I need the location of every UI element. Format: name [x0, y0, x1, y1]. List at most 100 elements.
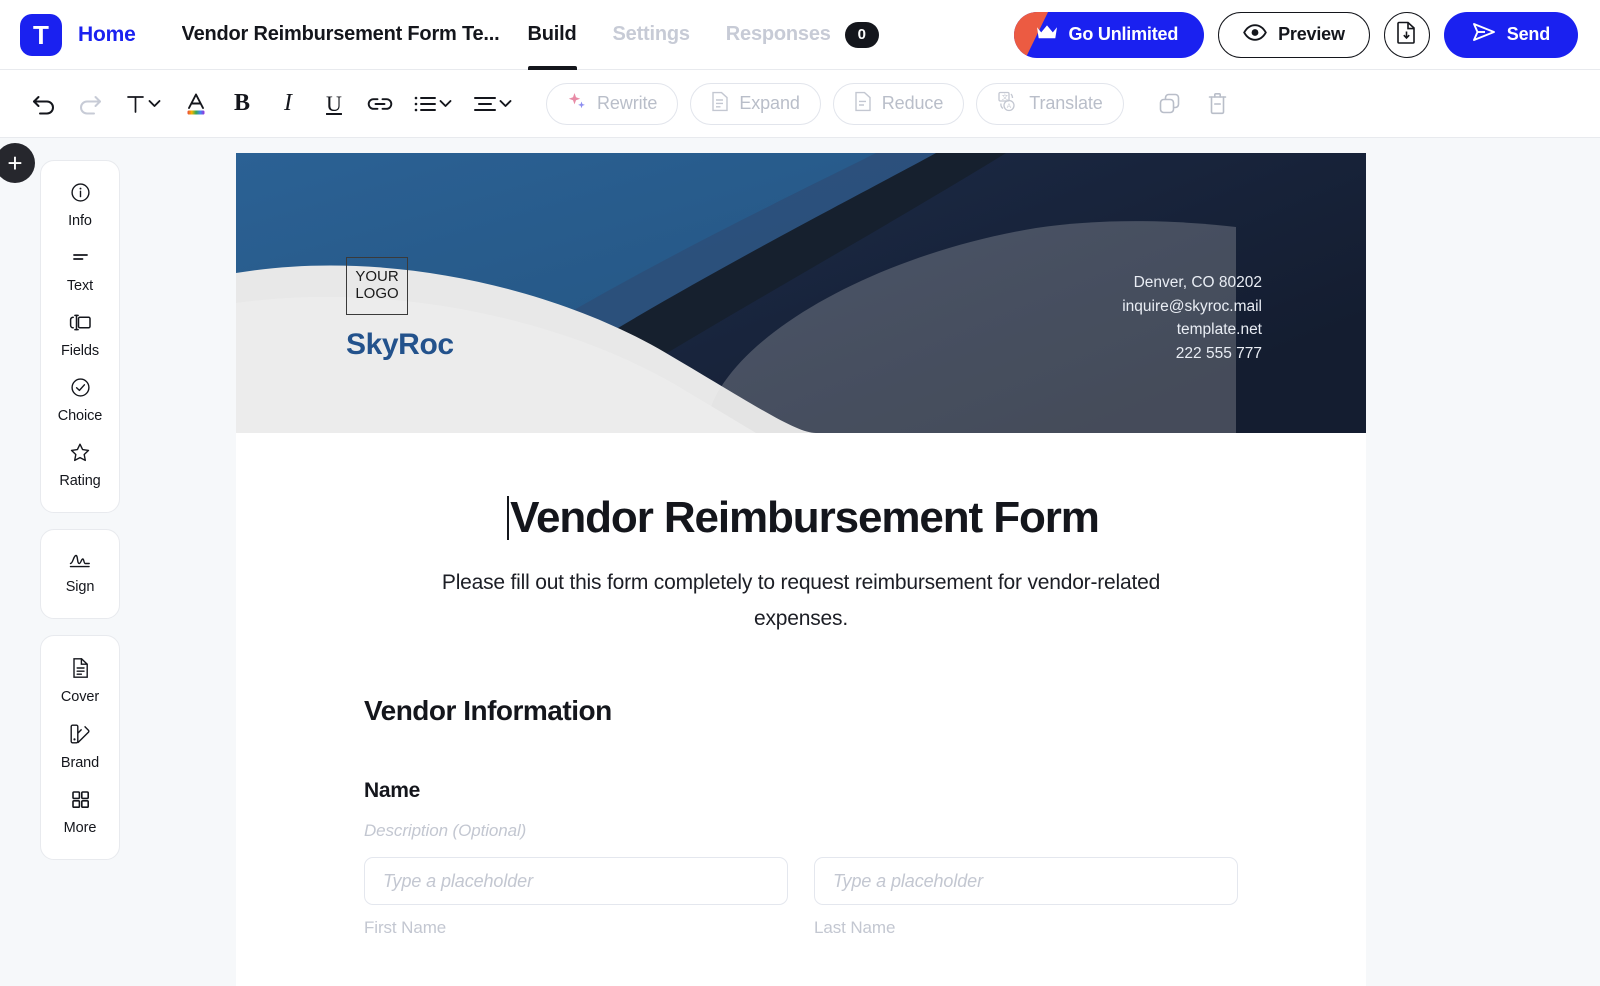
sparkle-icon: [567, 91, 587, 116]
cover-page-icon: [71, 657, 90, 684]
preview-label: Preview: [1278, 24, 1345, 44]
font-size-dropdown[interactable]: [116, 84, 170, 124]
tab-responses[interactable]: Responses 0: [726, 0, 879, 70]
text-lines-icon: [70, 247, 91, 273]
send-button[interactable]: Send: [1443, 11, 1578, 58]
plus-icon: +: [7, 148, 23, 178]
underline-label: U: [326, 90, 342, 116]
align-dropdown[interactable]: [466, 84, 520, 124]
sidebar-group-sign: Sign: [40, 529, 120, 619]
delete-button[interactable]: [1198, 84, 1238, 124]
field-row: First Name Last Name: [364, 857, 1238, 938]
cover-logo-placeholder: YOUR LOGO: [346, 257, 408, 315]
sidebar-item-rating[interactable]: Rating: [41, 433, 119, 498]
tab-settings-label: Settings: [612, 23, 690, 45]
expand-label: Expand: [739, 93, 800, 113]
sidebar-item-fields[interactable]: Fields: [41, 303, 119, 368]
sidebar-item-choice-label: Choice: [57, 408, 103, 424]
first-name-input[interactable]: [364, 857, 788, 905]
bold-button[interactable]: B: [222, 84, 262, 124]
sidebar-item-sign[interactable]: Sign: [41, 542, 119, 604]
top-header: T Home Vendor Reimbursement Form Te... B…: [0, 0, 1600, 70]
form-cover-image[interactable]: YOUR LOGO SkyRoc Denver, CO 80202 inquir…: [236, 153, 1366, 433]
cover-contact-website: template.net: [1176, 321, 1262, 338]
add-block-button[interactable]: +: [0, 143, 35, 183]
format-toolbar: B I U Rewrite Expand Reduce 文 A Translat…: [0, 70, 1600, 138]
document-reduce-icon: [854, 91, 872, 117]
sidebar-item-more[interactable]: More: [41, 780, 119, 845]
sidebar-group-elements: Info Text Fields Choice Rating: [40, 160, 120, 513]
sidebar-item-choice[interactable]: Choice: [41, 368, 119, 433]
document-title[interactable]: Vendor Reimbursement Form Te...: [182, 23, 500, 46]
redo-button[interactable]: [70, 84, 110, 124]
preview-button[interactable]: Preview: [1218, 11, 1370, 58]
underline-button[interactable]: U: [314, 84, 354, 124]
last-name-input[interactable]: [814, 857, 1238, 905]
sidebar-item-sign-label: Sign: [65, 579, 95, 595]
link-button[interactable]: [360, 84, 400, 124]
text-caret: [507, 496, 510, 540]
field-label: Name: [364, 779, 420, 802]
form-title-text: Vendor Reimbursement Form: [510, 493, 1100, 542]
section-heading[interactable]: Vendor Information: [364, 695, 1238, 727]
file-download-icon: [1396, 21, 1417, 49]
main-tabs: Build Settings Responses 0: [527, 0, 879, 70]
reduce-button[interactable]: Reduce: [832, 82, 965, 125]
field-description-placeholder[interactable]: Description (Optional): [364, 821, 1238, 841]
go-unlimited-button[interactable]: Go Unlimited: [1013, 11, 1205, 58]
rewrite-button[interactable]: Rewrite: [546, 82, 679, 125]
duplicate-button[interactable]: [1150, 84, 1190, 124]
sidebar-item-brand[interactable]: Brand: [41, 714, 119, 780]
tab-settings[interactable]: Settings: [613, 0, 690, 70]
svg-text:A: A: [1007, 103, 1012, 110]
cover-contact-block: Denver, CO 80202 inquire@skyroc.mail tem…: [1122, 271, 1262, 365]
app-logo-icon[interactable]: T: [20, 13, 62, 56]
sidebar-group-design: Cover Brand More: [40, 635, 120, 860]
cover-contact-phone: 222 555 777: [1175, 344, 1262, 362]
list-dropdown[interactable]: [406, 84, 460, 124]
tab-build[interactable]: Build: [527, 0, 577, 70]
sidebar-item-brand-label: Brand: [60, 755, 100, 771]
tab-build-label: Build: [527, 23, 577, 45]
responses-count-badge: 0: [844, 21, 879, 48]
form-title[interactable]: Vendor Reimbursement Form: [364, 493, 1238, 543]
form-description[interactable]: Please fill out this form completely to …: [364, 565, 1238, 637]
field-col-first-name: First Name: [364, 857, 788, 938]
translate-label: Translate: [1029, 93, 1103, 113]
first-name-sublabel: First Name: [364, 918, 447, 937]
editor-body: + Info Text Fields Choice Rating Sign Co…: [0, 138, 1600, 986]
undo-button[interactable]: [24, 84, 64, 124]
sidebar-item-rating-label: Rating: [59, 473, 101, 489]
sidebar-item-fields-label: Fields: [60, 343, 100, 359]
bold-label: B: [233, 90, 250, 116]
input-field-icon: [69, 312, 92, 338]
check-circle-icon: [70, 377, 91, 403]
sidebar-item-more-label: More: [63, 820, 97, 836]
sidebar-item-text[interactable]: Text: [41, 238, 119, 303]
cover-brand-name: SkyRoc: [346, 328, 454, 361]
cover-logo-line2: LOGO: [355, 285, 399, 302]
text-color-button[interactable]: [176, 84, 216, 124]
left-sidebar: + Info Text Fields Choice Rating Sign Co…: [0, 138, 236, 986]
expand-button[interactable]: Expand: [690, 82, 821, 125]
signature-icon: [68, 551, 92, 574]
crown-icon: [1036, 24, 1058, 46]
sidebar-item-cover[interactable]: Cover: [41, 648, 119, 714]
cover-contact-address: Denver, CO 80202: [1133, 274, 1262, 291]
form-canvas[interactable]: YOUR LOGO SkyRoc Denver, CO 80202 inquir…: [236, 138, 1600, 986]
form-sheet: YOUR LOGO SkyRoc Denver, CO 80202 inquir…: [236, 153, 1366, 986]
translate-button[interactable]: 文 A Translate: [976, 82, 1124, 125]
sidebar-item-text-label: Text: [66, 278, 94, 294]
form-description-text: Please fill out this form completely to …: [441, 571, 1161, 630]
field-col-last-name: Last Name: [814, 857, 1238, 938]
tab-responses-label: Responses: [725, 23, 831, 45]
home-link[interactable]: Home: [78, 23, 136, 47]
download-button[interactable]: [1383, 11, 1430, 58]
go-unlimited-label: Go Unlimited: [1068, 24, 1179, 44]
send-plane-icon: [1472, 22, 1496, 47]
sidebar-item-info[interactable]: Info: [41, 173, 119, 238]
italic-button[interactable]: I: [268, 84, 308, 124]
toolbar-right-actions: [1150, 84, 1238, 124]
field-block-name[interactable]: Name Description (Optional) First Name L…: [364, 779, 1238, 938]
cover-logo-line1: YOUR: [355, 268, 399, 286]
